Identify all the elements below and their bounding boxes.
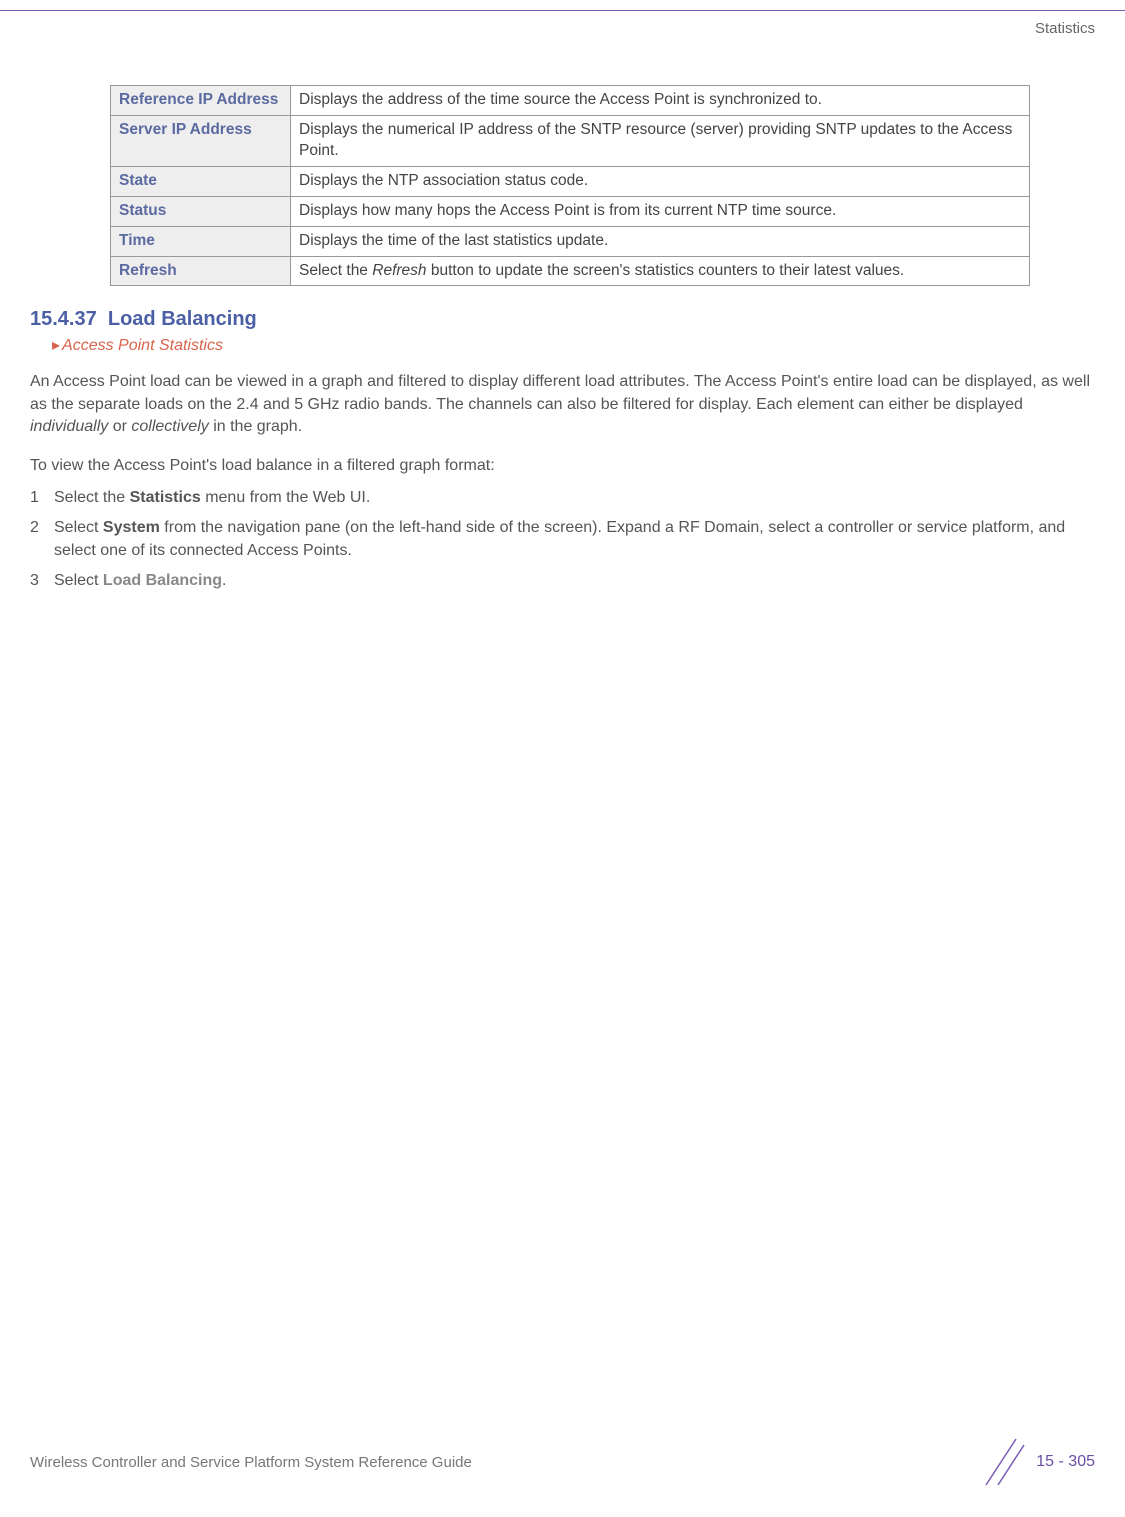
term-cell: State (111, 166, 291, 196)
step-number: 3 (30, 570, 54, 592)
term-cell: Time (111, 226, 291, 256)
intro-paragraph: An Access Point load can be viewed in a … (30, 371, 1095, 438)
term-cell: Reference IP Address (111, 86, 291, 116)
step: 2Select System from the navigation pane … (30, 517, 1095, 562)
footer-page-number: 15 - 305 (1036, 1453, 1095, 1471)
desc-cell: Displays how many hops the Access Point … (291, 196, 1030, 226)
desc-cell: Displays the NTP association status code… (291, 166, 1030, 196)
intro-em2: collectively (131, 418, 208, 435)
term-cell: Refresh (111, 256, 291, 286)
step-text: Select Load Balancing. (54, 570, 1095, 592)
desc-cell: Displays the numerical IP address of the… (291, 115, 1030, 166)
intro-text: An Access Point load can be viewed in a … (30, 373, 1090, 412)
term-cell: Status (111, 196, 291, 226)
step-number: 2 (30, 517, 54, 562)
desc-cell: Displays the address of the time source … (291, 86, 1030, 116)
intro-em1: individually (30, 418, 108, 435)
section-heading: 15.4.37 Load Balancing (30, 308, 1095, 331)
intro-post: in the graph. (209, 418, 302, 435)
header-section-label: Statistics (1035, 20, 1095, 37)
footer-doc-title: Wireless Controller and Service Platform… (30, 1454, 472, 1471)
table-row: Reference IP AddressDisplays the address… (111, 86, 1030, 116)
breadcrumb-text: Access Point Statistics (62, 337, 223, 354)
footer-slash-icon (976, 1437, 1026, 1487)
step: 3Select Load Balancing. (30, 570, 1095, 592)
table-row: StateDisplays the NTP association status… (111, 166, 1030, 196)
step: 1Select the Statistics menu from the Web… (30, 487, 1095, 509)
breadcrumb-arrow-icon: ▸ (52, 337, 60, 354)
footer: Wireless Controller and Service Platform… (30, 1437, 1095, 1487)
lead-paragraph: To view the Access Point's load balance … (30, 455, 1095, 477)
step-number: 1 (30, 487, 54, 509)
table-row: RefreshSelect the Refresh button to upda… (111, 256, 1030, 286)
table-row: StatusDisplays how many hops the Access … (111, 196, 1030, 226)
breadcrumb: ▸Access Point Statistics (52, 335, 1095, 355)
term-cell: Server IP Address (111, 115, 291, 166)
table-row: Server IP AddressDisplays the numerical … (111, 115, 1030, 166)
section-title: Load Balancing (108, 308, 257, 330)
step-text: Select the Statistics menu from the Web … (54, 487, 1095, 509)
desc-cell: Displays the time of the last statistics… (291, 226, 1030, 256)
definitions-table: Reference IP AddressDisplays the address… (110, 85, 1030, 286)
table-row: TimeDisplays the time of the last statis… (111, 226, 1030, 256)
steps-list: 1Select the Statistics menu from the Web… (30, 487, 1095, 593)
top-rule (0, 10, 1125, 11)
intro-mid: or (108, 418, 131, 435)
desc-cell: Select the Refresh button to update the … (291, 256, 1030, 286)
step-text: Select System from the navigation pane (… (54, 517, 1095, 562)
section-number: 15.4.37 (30, 308, 97, 330)
